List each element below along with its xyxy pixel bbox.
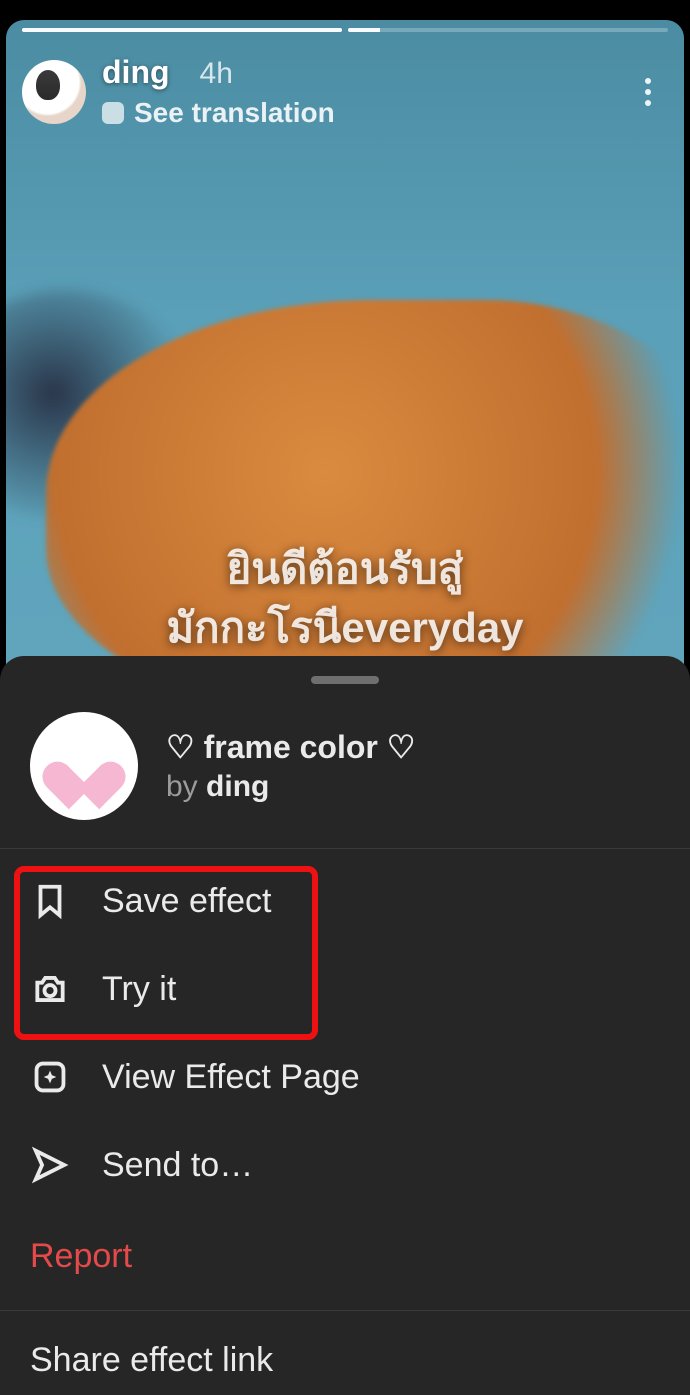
heart-icon [57, 742, 111, 790]
camera-icon [30, 969, 70, 1009]
view-effect-page-label: View Effect Page [102, 1058, 360, 1097]
author-avatar[interactable] [22, 60, 86, 124]
save-effect-label: Save effect [102, 882, 272, 921]
more-options-button[interactable] [628, 73, 668, 111]
effect-bottom-sheet[interactable]: ♡ frame color ♡ by ding Save effect Try … [0, 656, 690, 1395]
see-translation[interactable]: See translation [102, 97, 628, 129]
save-effect-item[interactable]: Save effect [0, 857, 690, 945]
effect-author[interactable]: by ding [166, 770, 415, 804]
story-progress [22, 28, 668, 32]
report-item[interactable]: Report [0, 1209, 690, 1306]
effect-avatar [30, 712, 138, 820]
send-to-item[interactable]: Send to… [0, 1121, 690, 1209]
effect-title: ♡ frame color ♡ [166, 728, 415, 766]
author-username[interactable]: ding [102, 54, 170, 91]
translation-icon [102, 102, 124, 124]
bookmark-icon [30, 881, 70, 921]
send-to-label: Send to… [102, 1146, 253, 1185]
effect-header[interactable]: ♡ frame color ♡ by ding [0, 684, 690, 844]
try-it-label: Try it [102, 970, 176, 1009]
sheet-grabber[interactable] [311, 676, 379, 684]
see-translation-label: See translation [134, 97, 335, 129]
divider [0, 848, 690, 849]
divider [0, 1310, 690, 1311]
story-timestamp: 4h [200, 57, 233, 91]
send-icon [30, 1145, 70, 1185]
view-effect-page-item[interactable]: View Effect Page [0, 1033, 690, 1121]
share-effect-link-item[interactable]: Share effect link [0, 1319, 690, 1380]
try-it-item[interactable]: Try it [0, 945, 690, 1033]
story-caption: ยินดีต้อนรับสู่ มักกะโรนีeveryday [6, 540, 684, 658]
sparkle-square-icon [30, 1057, 70, 1097]
